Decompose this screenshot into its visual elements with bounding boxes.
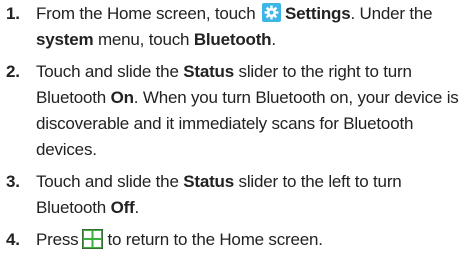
- step-3: 3. Touch and slide the Status slider to …: [6, 169, 468, 221]
- settings-term: Settings: [285, 4, 351, 23]
- step-text: Touch and slide the Status slider to the…: [36, 172, 402, 217]
- step-number: 2.: [6, 62, 20, 81]
- step-2: 2. Touch and slide the Status slider to …: [6, 59, 468, 163]
- status-term: Status: [183, 172, 234, 191]
- step-text: From the Home screen, touch Settings. Un…: [36, 3, 433, 49]
- step-number: 4.: [6, 230, 20, 249]
- off-term: Off: [110, 198, 135, 217]
- step-text: Press to return to the Home screen.: [36, 228, 323, 250]
- windows-start-icon: [81, 228, 104, 250]
- step-number: 1.: [6, 4, 20, 23]
- step-text: Touch and slide the Status slider to the…: [36, 62, 459, 159]
- on-term: On: [110, 88, 134, 107]
- system-term: system: [36, 30, 94, 49]
- status-term: Status: [183, 62, 234, 81]
- bluetooth-term: Bluetooth: [193, 30, 272, 49]
- step-1: 1. From the Home screen, touch Settings.…: [6, 1, 468, 53]
- settings-gear-icon: [262, 3, 281, 22]
- step-number: 3.: [6, 172, 20, 191]
- instruction-list: 1. From the Home screen, touch Settings.…: [6, 1, 468, 253]
- step-4: 4. Press to return to the Home screen.: [6, 227, 468, 253]
